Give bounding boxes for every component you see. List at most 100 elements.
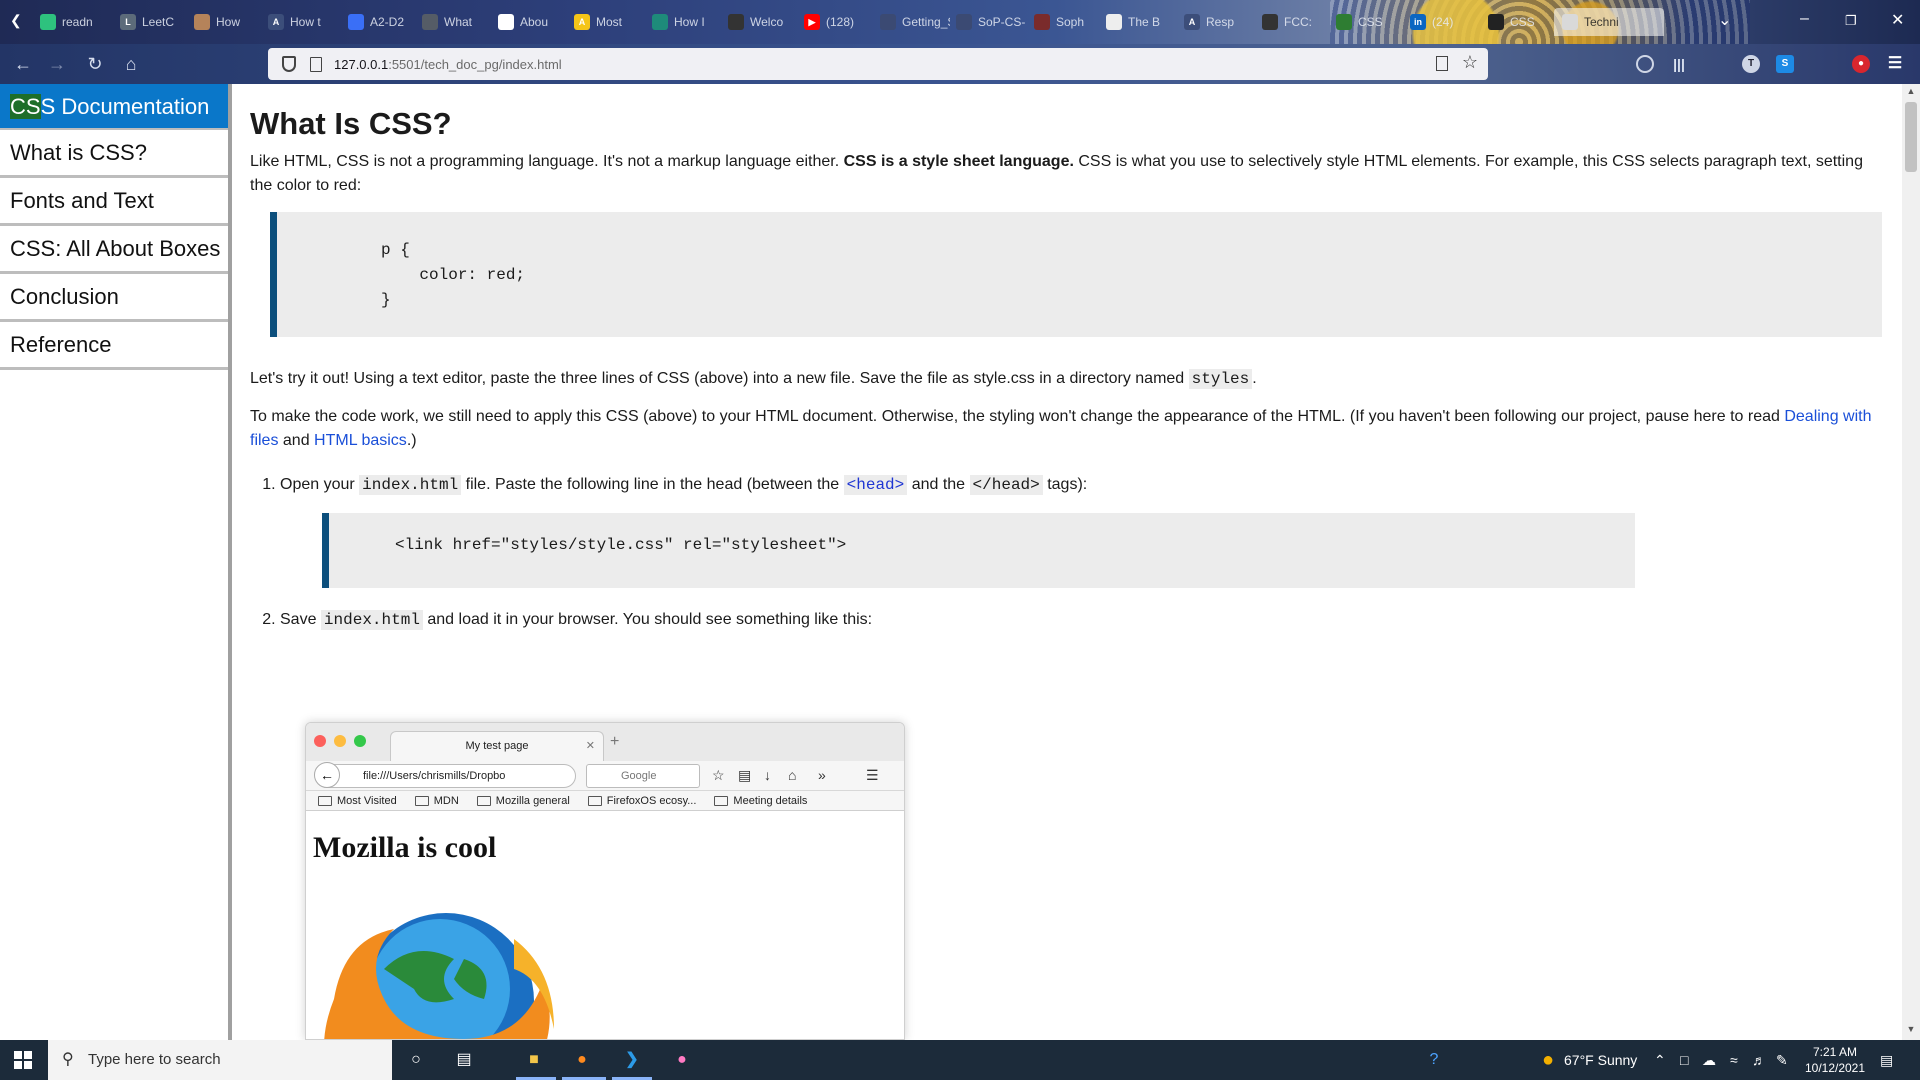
browser-tab[interactable]: Abou xyxy=(498,8,568,36)
browser-tab-strip: ❮ readn L LeetC How A How t A2-D2 What Abou A Most… xyxy=(0,0,1920,84)
screenshot-back-icon: ← xyxy=(314,762,340,788)
pen-icon[interactable]: ✎ xyxy=(1776,1040,1788,1080)
browser-tab[interactable]: How xyxy=(194,8,264,36)
screenshot-menu-icon: ☰ xyxy=(866,767,879,783)
tab-label: A2-D2 xyxy=(370,15,405,29)
skype-extension-icon[interactable]: S xyxy=(1776,55,1794,73)
tab-favicon-icon xyxy=(652,14,668,30)
page-scrollbar[interactable]: ▲ ▼ xyxy=(1902,84,1920,1040)
screenshot-titlebar: My test page ✕ + xyxy=(306,723,904,761)
weather-text[interactable]: 67°F Sunny xyxy=(1564,1040,1637,1080)
screenshot-tab-title: My test page xyxy=(465,740,529,752)
screenshot-search-placeholder: Google xyxy=(621,770,657,782)
screenshot-star-icon: ☆ xyxy=(712,767,725,783)
tab-label: LeetC xyxy=(142,15,175,29)
weather-sun-icon[interactable]: ● xyxy=(1536,1048,1560,1072)
nav-link-what-is-css[interactable]: What is CSS? xyxy=(0,130,228,178)
intro-paragraph: Like HTML, CSS is not a programming lang… xyxy=(250,150,1882,198)
windows-start-icon[interactable] xyxy=(14,1051,32,1069)
browser-tab[interactable]: CSS xyxy=(1336,8,1406,36)
tray-device-icon[interactable]: □ xyxy=(1680,1040,1688,1080)
windows-taskbar: ⚲ Type here to search ○ ▤ ■ ● ❯ ● ? ● 67… xyxy=(0,1040,1920,1080)
section-title: What Is CSS? xyxy=(250,106,452,141)
browser-tab[interactable]: A2-D2 xyxy=(348,8,418,36)
browser-tab[interactable]: What xyxy=(422,8,492,36)
reader-view-icon[interactable] xyxy=(1436,56,1448,71)
reload-icon[interactable]: ↻ xyxy=(84,53,106,75)
tab-favicon-icon: in xyxy=(1410,14,1426,30)
taskbar-clock[interactable]: 7:21 AM 10/12/2021 xyxy=(1800,1044,1870,1076)
browser-tab[interactable]: Soph xyxy=(1034,8,1104,36)
page-viewport: CSS Documentation What is CSS? Fonts and… xyxy=(0,84,1920,1040)
browser-tab[interactable]: CSS xyxy=(1488,8,1558,36)
sidebar-header: CSS Documentation xyxy=(0,84,228,130)
tray-cloud-icon[interactable]: ☁ xyxy=(1702,1040,1716,1080)
nav-link-all-about-boxes[interactable]: CSS: All About Boxes xyxy=(0,226,228,274)
bookmark-item: MDN xyxy=(414,795,459,807)
scrollbar-thumb[interactable] xyxy=(1905,102,1917,172)
screenshot-url: file:///Users/chrismills/Dropbo xyxy=(363,770,506,782)
tracking-protection-icon[interactable] xyxy=(282,56,296,72)
pocket-icon[interactable] xyxy=(1636,55,1654,73)
library-icon[interactable]: ||| xyxy=(1670,55,1688,73)
browser-tab[interactable]: The B xyxy=(1106,8,1176,36)
browser-tab[interactable]: ▶ (128) xyxy=(804,8,874,36)
volume-icon[interactable]: ♬ xyxy=(1752,1040,1766,1080)
nav-link-fonts-and-text[interactable]: Fonts and Text xyxy=(0,178,228,226)
nav-link-conclusion[interactable]: Conclusion xyxy=(0,274,228,322)
browser-tab[interactable]: L LeetC xyxy=(120,8,190,36)
notifications-icon[interactable]: ▤ xyxy=(1880,1040,1893,1080)
firefox-taskbar-icon[interactable]: ● xyxy=(570,1048,594,1072)
apply-text-b: .) xyxy=(406,432,417,449)
tab-label: Resp xyxy=(1206,15,1235,29)
tab-scroll-left-icon[interactable]: ❮ xyxy=(10,12,22,29)
lastpass-extension-icon[interactable]: ● xyxy=(1852,55,1870,73)
menu-hamburger-icon[interactable]: ☰ xyxy=(1886,55,1904,73)
browser-tab[interactable]: Welco xyxy=(728,8,798,36)
try-it-paragraph: Let's try it out! Using a text editor, p… xyxy=(250,367,1882,391)
link-html-basics[interactable]: HTML basics xyxy=(314,432,407,449)
tab-favicon-icon xyxy=(1106,14,1122,30)
browser-tab[interactable]: FCC: xyxy=(1262,8,1332,36)
tray-chevron-icon[interactable]: ⌃ xyxy=(1654,1040,1666,1080)
tab-favicon-icon xyxy=(498,14,514,30)
screenshot-url-field: file:///Users/chrismills/Dropbo xyxy=(318,764,576,788)
close-window-icon[interactable]: ✕ xyxy=(1891,10,1904,30)
maximize-icon[interactable]: ❐ xyxy=(1845,13,1857,29)
list-all-tabs-icon[interactable]: ⌄ xyxy=(1718,10,1731,30)
home-icon[interactable]: ⌂ xyxy=(120,53,142,75)
nav-link-reference[interactable]: Reference xyxy=(0,322,228,370)
browser-tab[interactable]: A How t xyxy=(268,8,338,36)
page-info-icon[interactable] xyxy=(310,56,322,72)
browser-tab[interactable]: in (24) xyxy=(1410,8,1480,36)
browser-tab[interactable]: readn xyxy=(40,8,110,36)
browser-tab[interactable]: A Most xyxy=(574,8,644,36)
cortana-icon[interactable]: ○ xyxy=(404,1048,428,1072)
browser-tab[interactable]: A Resp xyxy=(1184,8,1254,36)
tab-favicon-icon xyxy=(728,14,744,30)
help-icon[interactable]: ? xyxy=(1422,1048,1446,1072)
bookmark-star-icon[interactable]: ☆ xyxy=(1462,52,1478,73)
minimize-icon[interactable]: – xyxy=(1800,10,1809,28)
forward-icon[interactable]: → xyxy=(46,53,68,75)
browser-tab[interactable]: Techni xyxy=(1554,8,1664,36)
vscode-taskbar-icon[interactable]: ❯ xyxy=(620,1048,644,1072)
new-tab-icon: + xyxy=(610,733,620,750)
screenshot-overflow-icon: » xyxy=(818,767,826,783)
address-bar[interactable]: 127.0.0.1 :5501/tech_doc_pg/index.html ☆ xyxy=(268,48,1488,80)
tab-favicon-icon: ▶ xyxy=(804,14,820,30)
task-view-icon[interactable]: ▤ xyxy=(452,1048,476,1072)
list-item: Save index.html and load it in your brow… xyxy=(280,608,1882,632)
scroll-up-icon[interactable]: ▲ xyxy=(1902,86,1920,100)
back-icon[interactable]: ← xyxy=(12,53,34,75)
taskbar-search-box[interactable]: ⚲ Type here to search xyxy=(48,1040,392,1080)
tab-favicon-icon xyxy=(1488,14,1504,30)
file-explorer-icon[interactable]: ■ xyxy=(522,1048,546,1072)
browser-tab[interactable]: SoP-CS-C xyxy=(956,8,1026,36)
profile-avatar-icon[interactable]: T xyxy=(1742,55,1760,73)
browser-tab[interactable]: Getting_St xyxy=(880,8,950,36)
wifi-icon[interactable]: ≈ xyxy=(1730,1040,1738,1080)
browser-tab[interactable]: How I xyxy=(652,8,722,36)
scroll-down-icon[interactable]: ▼ xyxy=(1902,1024,1920,1038)
pinned-app-icon[interactable]: ● xyxy=(670,1048,694,1072)
